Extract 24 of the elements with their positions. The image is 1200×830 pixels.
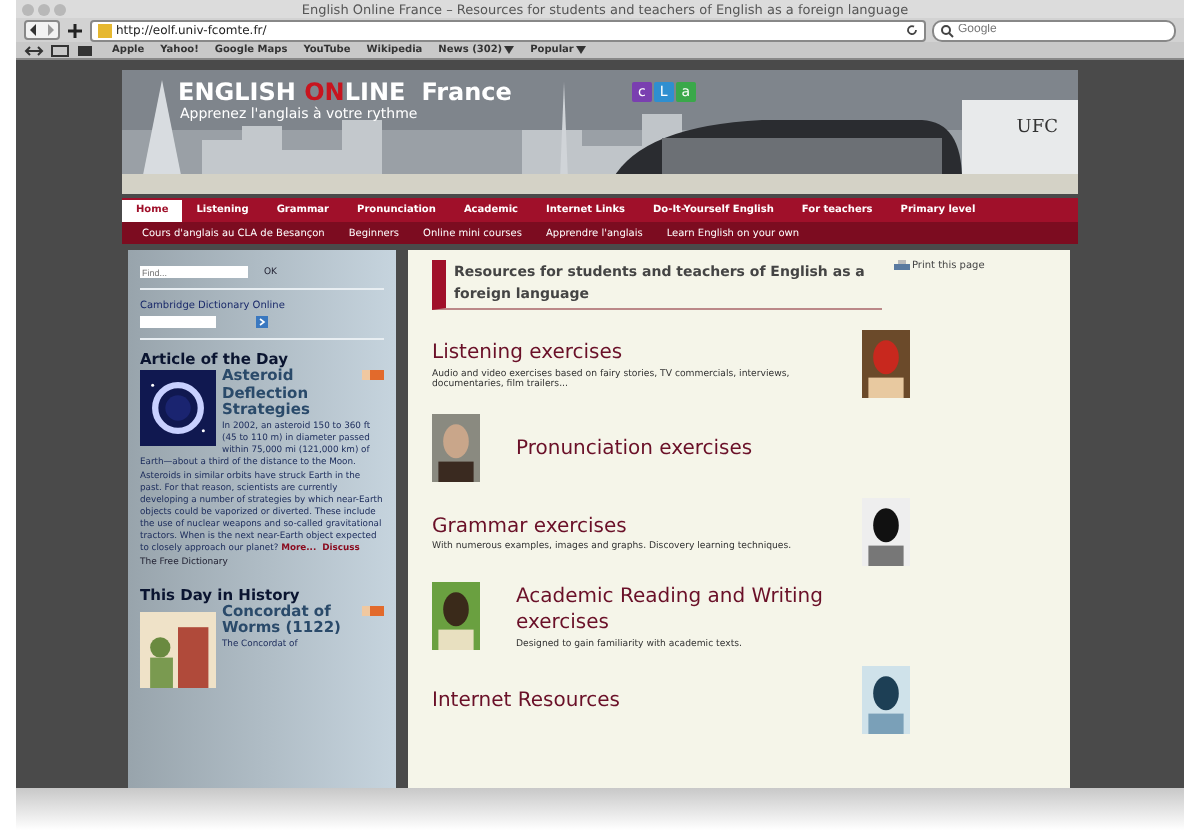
site-title-part: France bbox=[421, 78, 512, 106]
section-link[interactable]: Pronunciation exercises bbox=[516, 435, 896, 463]
section-link[interactable]: Internet Resources bbox=[432, 687, 842, 715]
section-link[interactable]: Academic Reading and Writing exercises bbox=[516, 583, 896, 638]
zoom-icon[interactable] bbox=[54, 3, 66, 15]
share-icon[interactable] bbox=[362, 605, 384, 616]
university-logo: UFC bbox=[1016, 118, 1058, 138]
site-title-part: LINE bbox=[344, 78, 406, 106]
site-title-part: ON bbox=[304, 78, 345, 106]
search-icon bbox=[940, 23, 954, 37]
bookmark-tools-icon[interactable] bbox=[24, 43, 96, 57]
close-icon[interactable] bbox=[22, 3, 34, 15]
minimize-icon[interactable] bbox=[38, 3, 50, 15]
search-icon[interactable] bbox=[256, 316, 268, 328]
printer-icon bbox=[894, 260, 910, 272]
dictionary-field[interactable] bbox=[140, 316, 216, 328]
section-link[interactable]: Grammar exercises bbox=[432, 513, 842, 541]
share-icon[interactable] bbox=[362, 370, 384, 380]
site-icon bbox=[98, 23, 112, 37]
back-forward-buttons[interactable] bbox=[24, 20, 60, 40]
section-link[interactable]: Listening exercises bbox=[432, 340, 842, 368]
add-bookmark-icon[interactable] bbox=[66, 21, 84, 39]
site-title-part: ENGLISH bbox=[178, 78, 298, 106]
reload-icon[interactable] bbox=[906, 24, 918, 36]
